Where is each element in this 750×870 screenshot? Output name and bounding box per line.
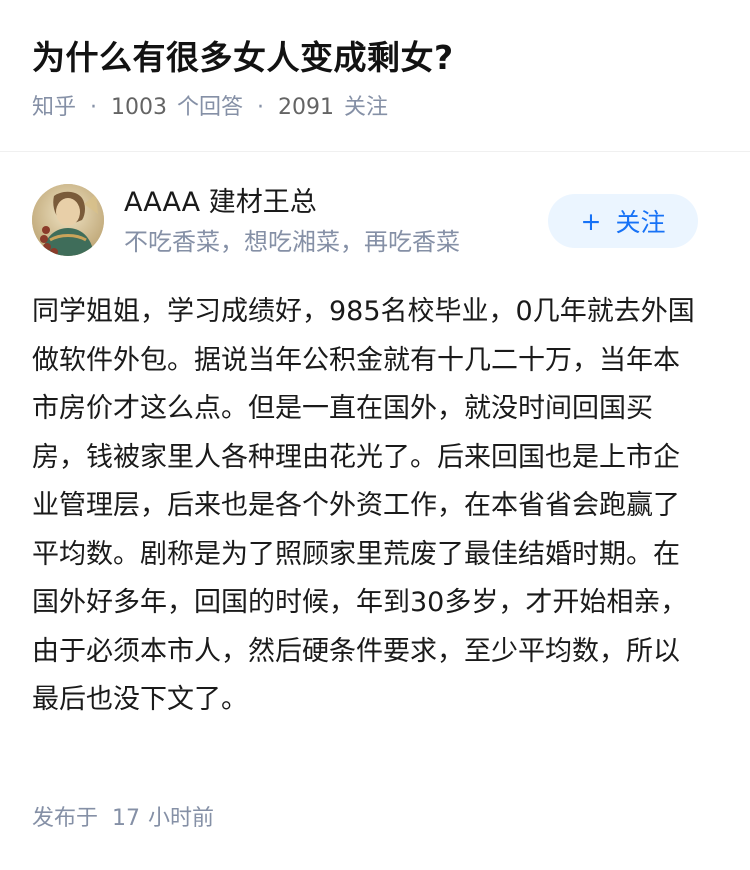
publish-time-prefix: 发布于 bbox=[32, 806, 99, 831]
follower-count-unit: 关注 bbox=[344, 95, 389, 120]
question-header: 为什么有很多女人变成剩女? 知乎 · 1003 个回答 · 2091 关注 bbox=[0, 0, 750, 123]
author-name[interactable]: AAAA 建材王总 bbox=[124, 186, 317, 220]
answer-count-unit: 个回答 bbox=[177, 95, 244, 120]
section-divider bbox=[0, 151, 750, 152]
publish-time-suffix: 小时前 bbox=[148, 806, 215, 831]
answer-count: 1003 bbox=[111, 95, 168, 120]
follow-button[interactable]: + 关注 bbox=[548, 194, 698, 248]
avatar[interactable] bbox=[32, 184, 104, 256]
plus-icon: + bbox=[580, 206, 602, 236]
author-bio: 不吃香菜，想吃湘菜，再吃香菜 bbox=[124, 228, 460, 256]
author-row: AAAA 建材王总 不吃香菜，想吃湘菜，再吃香菜 + 关注 bbox=[32, 184, 718, 258]
answer-page: 为什么有很多女人变成剩女? 知乎 · 1003 个回答 · 2091 关注 AA… bbox=[0, 0, 750, 870]
publish-time-number: 17 bbox=[112, 806, 141, 831]
follower-count: 2091 bbox=[278, 95, 335, 120]
separator-dot: · bbox=[257, 95, 265, 120]
source-label[interactable]: 知乎 bbox=[32, 93, 76, 123]
answer-content: 同学姐姐，学习成绩好，985名校毕业，0几年就去外国做软件外包。据说当年公积金就… bbox=[32, 296, 695, 715]
publish-time: 发布于 17 小时前 bbox=[32, 802, 214, 836]
question-title[interactable]: 为什么有很多女人变成剩女? bbox=[32, 0, 718, 80]
avatar-image bbox=[32, 184, 104, 256]
follow-button-label: 关注 bbox=[615, 208, 666, 237]
question-meta: 知乎 · 1003 个回答 · 2091 关注 bbox=[32, 93, 718, 123]
separator-dot: · bbox=[90, 95, 98, 120]
